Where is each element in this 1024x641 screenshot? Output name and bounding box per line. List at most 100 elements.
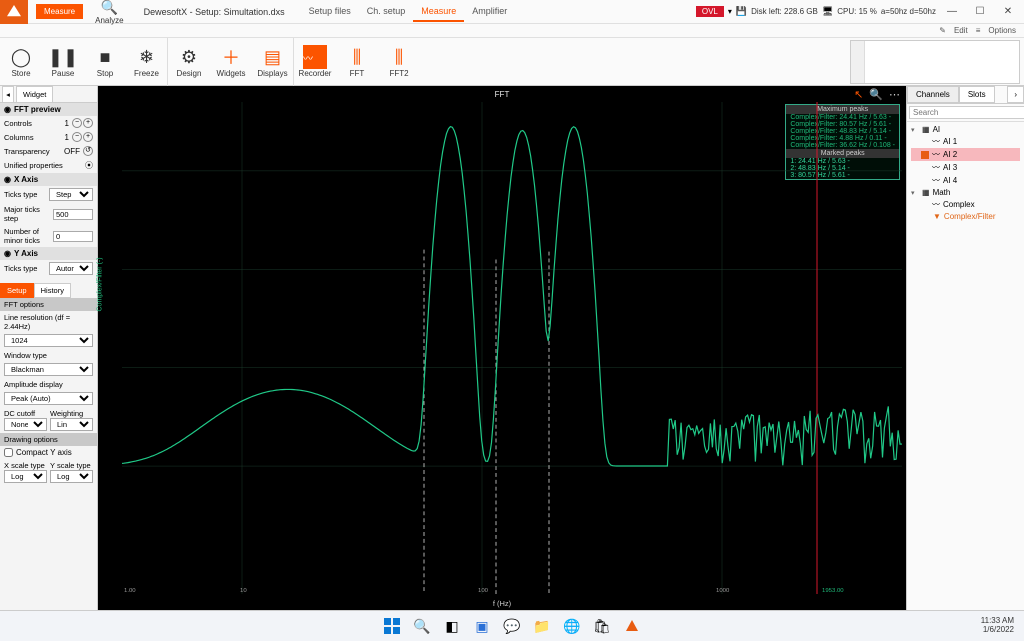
menu-ch-setup[interactable]: Ch. setup [359, 2, 414, 22]
xaxis-header[interactable]: ◉ X Axis [0, 173, 97, 186]
x-axis-label: f (Hz) [493, 599, 511, 608]
tree-ai3[interactable]: 〰 AI 3 [911, 161, 1020, 174]
history-tab[interactable]: History [34, 283, 71, 298]
transparency-toggle[interactable]: ↺ [83, 146, 93, 156]
search-icon: 🔍 [101, 0, 118, 16]
cpu-icon: 🖥 [822, 6, 833, 17]
columns-minus[interactable]: − [72, 132, 82, 142]
chart-canvas[interactable]: 10 100 1000 1953.00 1.00 [122, 102, 902, 594]
explorer-icon[interactable]: 📁 [532, 616, 552, 636]
minimize-button[interactable]: — [940, 6, 964, 17]
drawing-options-header: Drawing options [0, 433, 97, 446]
channels-tab[interactable]: Channels [907, 86, 959, 103]
window-type-select[interactable]: Blackman [4, 363, 93, 376]
disk-icon: 💾 [736, 6, 747, 17]
edit-icon: ✎ [939, 26, 946, 35]
tree-ai4[interactable]: 〰 AI 4 [911, 174, 1020, 187]
svg-text:10: 10 [240, 588, 247, 594]
options-link[interactable]: Options [988, 26, 1016, 35]
setup-tab[interactable]: Setup [0, 283, 34, 298]
yaxis-header[interactable]: ◉ Y Axis [0, 247, 97, 260]
main-toolbar: ◯Store ❚❚Pause ■Stop ❄Freeze ⚙Design ＋Wi… [0, 38, 1024, 86]
left-panel: ◂ Widget ◉ FFT preview Controls1−+ Colum… [0, 86, 98, 610]
analyze-button[interactable]: 🔍 Analyze [83, 0, 135, 25]
zoom-icon[interactable]: 🔍 [869, 88, 883, 101]
y-axis-label: Complex/Filter (-) [97, 257, 104, 311]
tree-ai2[interactable]: 〰 AI 2 [911, 148, 1020, 161]
menu-amplifier[interactable]: Amplifier [464, 2, 515, 22]
tree-ai[interactable]: ▾▦ AI [911, 124, 1020, 135]
mode-measure[interactable]: Measure [36, 4, 83, 19]
menu-bar: Setup files Ch. setup Measure Amplifier [301, 2, 516, 22]
major-step-input[interactable] [53, 209, 93, 220]
slots-tab[interactable]: Slots [959, 86, 995, 103]
controls-minus[interactable]: − [72, 118, 82, 128]
start-icon[interactable] [382, 616, 402, 636]
pause-icon: ❚❚ [48, 45, 78, 69]
displays-button[interactable]: ▤Displays [252, 38, 294, 86]
store-icon[interactable]: 🛍 [592, 616, 612, 636]
right-panel: Channels Slots › 🔍 ▾ ▾▦ AI 〰 AI 1 〰 AI 2… [906, 86, 1024, 610]
line-res-select[interactable]: 1024 [4, 334, 93, 347]
edit-link[interactable]: Edit [954, 26, 968, 35]
menu-measure[interactable]: Measure [413, 2, 464, 22]
amp-display-select[interactable]: Peak (Auto) [4, 392, 93, 405]
back-button[interactable]: ◂ [2, 86, 14, 102]
fft2-icon: ⫼ [395, 45, 403, 69]
unified-check[interactable]: ⦿ [85, 160, 93, 171]
snowflake-icon: ❄ [139, 45, 154, 69]
fft-button[interactable]: ⫼FFT [336, 38, 378, 86]
cursor-icon[interactable]: ↖ [854, 88, 863, 101]
compact-y-checkbox[interactable] [4, 448, 13, 457]
recorder-button[interactable]: 〰Recorder [294, 38, 336, 86]
app-logo [0, 0, 28, 24]
dewesoft-task-icon[interactable] [622, 616, 642, 636]
fft-options-header: FFT options [0, 298, 97, 311]
search-input[interactable] [909, 106, 1024, 119]
y-scale-select[interactable]: Log [50, 470, 93, 483]
widgets-task-icon[interactable]: ▣ [472, 616, 492, 636]
widget-tab[interactable]: Widget [16, 86, 53, 102]
panel-more[interactable]: › [1007, 86, 1024, 103]
pause-button[interactable]: ❚❚Pause [42, 38, 84, 86]
taskview-icon[interactable]: ◧ [442, 616, 462, 636]
controls-plus[interactable]: + [83, 118, 93, 128]
fft2-button[interactable]: ⫼FFT2 [378, 38, 420, 86]
tree-complex-filter[interactable]: ▼ Complex/Filter [911, 211, 1020, 222]
store-button[interactable]: ◯Store [0, 38, 42, 86]
recorder-icon: 〰 [303, 45, 327, 69]
maximize-button[interactable]: ☐ [968, 6, 992, 17]
tree-complex[interactable]: 〰 Complex [911, 198, 1020, 211]
x-scale-select[interactable]: Log [4, 470, 47, 483]
widgets-button[interactable]: ＋Widgets [210, 38, 252, 86]
svg-text:100: 100 [478, 588, 489, 594]
close-button[interactable]: ✕ [996, 6, 1020, 17]
search-task-icon[interactable]: 🔍 [412, 616, 432, 636]
mini-preview [850, 40, 1020, 84]
dc-cutoff-select[interactable]: None [4, 418, 47, 431]
freeze-button[interactable]: ❄Freeze [126, 38, 168, 86]
cpu-usage: CPU: 15 % [837, 7, 877, 16]
xticks-type-select[interactable]: Step [49, 188, 93, 201]
design-button[interactable]: ⚙Design [168, 38, 210, 86]
chat-icon[interactable]: 💬 [502, 616, 522, 636]
stop-button[interactable]: ■Stop [84, 38, 126, 86]
system-clock[interactable]: 11:33 AM 1/6/2022 [981, 617, 1014, 635]
fft-icon: ⫼ [353, 45, 361, 69]
menu-setup-files[interactable]: Setup files [301, 2, 359, 22]
yticks-type-select[interactable]: Automatic [49, 262, 93, 275]
tree-math[interactable]: ▾▦ Math [911, 187, 1020, 198]
titlebar: Measure 🔍 Analyze DewesoftX - Setup: Sim… [0, 0, 1024, 24]
edge-icon[interactable]: 🌐 [562, 616, 582, 636]
fft-preview-header[interactable]: ◉ FFT preview [0, 103, 97, 116]
weighting-select[interactable]: Lin [50, 418, 93, 431]
windows-taskbar[interactable]: 🔍 ◧ ▣ 💬 📁 🌐 🛍 11:33 AM 1/6/2022 [0, 610, 1024, 641]
tree-ai1[interactable]: 〰 AI 1 [911, 135, 1020, 148]
ovl-badge[interactable]: OVL [696, 6, 724, 17]
channel-tree: ▾▦ AI 〰 AI 1 〰 AI 2 〰 AI 3 〰 AI 4 ▾▦ Mat… [907, 122, 1024, 224]
fft-graph[interactable]: FFT ↖ 🔍 ⋯ Maximum peaks Complex/Filter: … [98, 86, 906, 610]
columns-plus[interactable]: + [83, 132, 93, 142]
minor-ticks-input[interactable] [53, 231, 93, 242]
stop-icon: ■ [100, 45, 111, 69]
more-icon[interactable]: ⋯ [889, 88, 900, 101]
